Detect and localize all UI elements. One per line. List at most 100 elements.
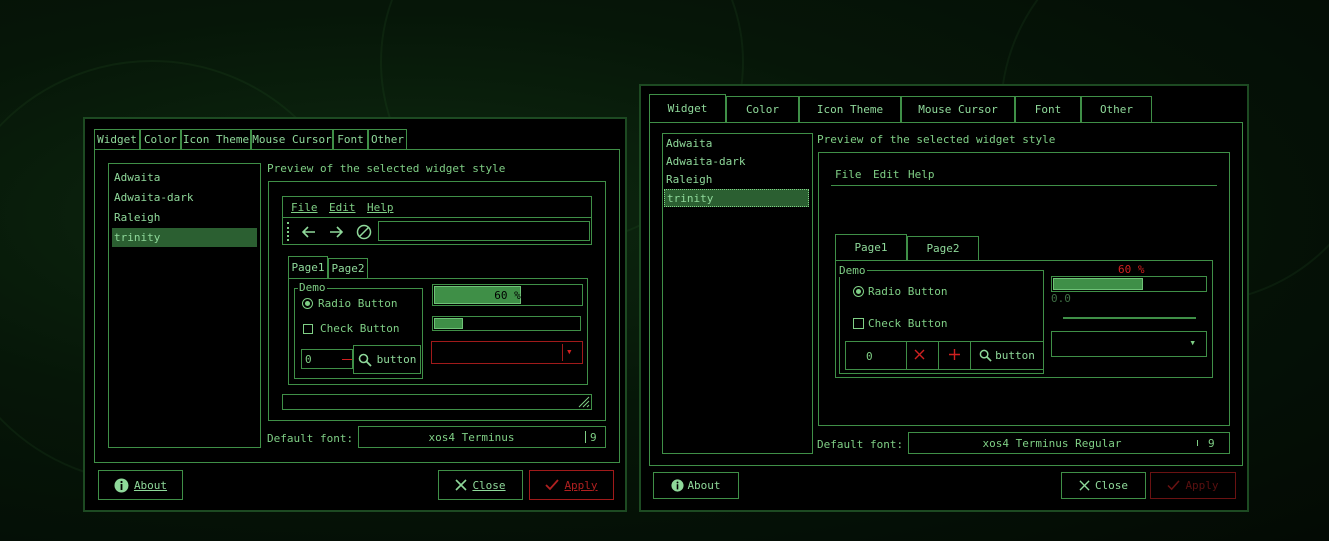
scale-value: 0.0 [1051, 292, 1071, 305]
close-icon [1079, 480, 1090, 491]
font-size: 9 [1208, 437, 1215, 450]
list-item-trinity[interactable]: trinity [112, 228, 257, 247]
tab-widget[interactable]: Widget [94, 129, 140, 150]
demo-label: Demo [839, 264, 867, 277]
tab-mouse-cursor[interactable]: Mouse Cursor [251, 129, 333, 150]
toolbar-handle[interactable] [287, 222, 291, 241]
progress-text: 60 % [494, 289, 521, 302]
tab-font[interactable]: Font [333, 129, 368, 150]
tab-other[interactable]: Other [368, 129, 407, 150]
search-icon [358, 353, 372, 367]
button-label: button [376, 353, 417, 366]
tab-label: Other [1099, 103, 1134, 116]
tab-icon-theme[interactable]: Icon Theme [181, 129, 251, 150]
right-settings-window: Widget Color Icon Theme Mouse Cursor Fon… [639, 84, 1249, 512]
tab-other[interactable]: Other [1081, 96, 1152, 123]
list-item-label: Raleigh [666, 173, 713, 186]
check-indicator [303, 323, 313, 334]
menu-edit[interactable]: Edit [329, 201, 356, 214]
list-item-adwaita[interactable]: Adwaita [664, 135, 809, 153]
tab-label: Color [143, 133, 178, 146]
page1-tab[interactable]: Page1 [288, 256, 328, 279]
search-button[interactable]: button [970, 341, 1044, 370]
about-label: About [687, 479, 721, 492]
tab-label: Page1 [854, 241, 888, 254]
page1-tab[interactable]: Page1 [835, 234, 907, 261]
demo-label: Demo [298, 281, 327, 294]
check-button[interactable]: Check Button [853, 317, 947, 330]
check-indicator [853, 318, 864, 329]
apply-label: Apply [1185, 479, 1219, 492]
font-name: xos4 Terminus [428, 431, 515, 444]
radio-indicator [302, 298, 313, 309]
font-button[interactable]: xos4 Terminus 9 [358, 426, 606, 448]
apply-button[interactable]: Apply [529, 470, 614, 500]
theme-list[interactable]: Adwaita Adwaita-dark Raleigh trinity [662, 133, 813, 454]
check-button[interactable]: Check Button [303, 322, 399, 335]
about-button[interactable]: About [98, 470, 183, 500]
close-icon [455, 479, 468, 491]
menu-file[interactable]: File [835, 168, 862, 181]
clear-icon[interactable] [914, 349, 925, 360]
tab-font[interactable]: Font [1015, 96, 1081, 123]
theme-list[interactable]: Adwaita Adwaita-dark Raleigh trinity [108, 163, 261, 448]
spin-input[interactable]: 0 [301, 349, 353, 369]
menu-edit[interactable]: Edit [873, 168, 900, 181]
back-icon[interactable] [299, 222, 319, 242]
combo-box[interactable]: ▾ [431, 341, 583, 364]
close-button[interactable]: Close [438, 470, 523, 500]
tab-mouse-cursor[interactable]: Mouse Cursor [901, 96, 1015, 123]
spin-divider [906, 342, 907, 369]
list-item-label: Adwaita [114, 171, 161, 184]
tab-widget[interactable]: Widget [649, 94, 726, 123]
page2-tab[interactable]: Page2 [907, 236, 979, 261]
tab-label: Widget [97, 133, 137, 146]
search-button[interactable]: button [353, 345, 421, 374]
apply-button[interactable]: Apply [1150, 472, 1236, 499]
tab-panel: Adwaita Adwaita-dark Raleigh trinity Pre… [94, 149, 620, 463]
forward-icon[interactable] [326, 222, 346, 242]
plus-icon[interactable] [949, 349, 960, 360]
combo-box[interactable]: ▾ [1051, 331, 1207, 357]
stop-icon[interactable] [354, 222, 374, 242]
checkmark-icon [1167, 480, 1180, 491]
spin-value: 0 [866, 350, 873, 363]
list-item-label: Raleigh [114, 211, 161, 224]
progress-text: 60 % [1118, 263, 1145, 276]
spin-value: 0 [305, 353, 312, 366]
about-button[interactable]: About [653, 472, 739, 499]
list-item-adwaita-dark[interactable]: Adwaita-dark [664, 153, 809, 171]
close-label: Close [472, 478, 506, 492]
text-area[interactable] [282, 394, 592, 410]
list-item-adwaita-dark[interactable]: Adwaita-dark [112, 188, 257, 207]
spin-input[interactable]: 0 [845, 341, 971, 370]
list-item-raleigh[interactable]: Raleigh [112, 208, 257, 227]
minus-icon[interactable] [342, 359, 352, 360]
menu-help[interactable]: Help [908, 168, 935, 181]
search-icon [979, 349, 992, 362]
radio-button[interactable]: Radio Button [853, 285, 947, 298]
tab-label: Icon Theme [182, 133, 250, 146]
radio-indicator [853, 286, 864, 297]
menu-file[interactable]: File [291, 201, 318, 214]
list-item-trinity[interactable]: trinity [664, 189, 809, 207]
tab-label: Page1 [291, 261, 325, 274]
tab-color[interactable]: Color [140, 129, 181, 150]
tab-label: Color [745, 103, 780, 116]
info-icon [114, 478, 129, 493]
resize-grip-icon[interactable] [578, 396, 590, 408]
radio-button[interactable]: Radio Button [302, 297, 397, 310]
font-name: xos4 Terminus Regular [982, 437, 1122, 450]
scale-track[interactable] [1063, 317, 1196, 319]
page2-tab[interactable]: Page2 [328, 258, 368, 279]
progress-fill [1053, 278, 1144, 290]
font-button[interactable]: xos4 Terminus Regular 9 [908, 432, 1230, 454]
menu-help[interactable]: Help [367, 201, 394, 214]
list-item-raleigh[interactable]: Raleigh [664, 171, 809, 189]
list-item-adwaita[interactable]: Adwaita [112, 168, 257, 187]
tab-icon-theme[interactable]: Icon Theme [799, 96, 901, 123]
close-button[interactable]: Close [1061, 472, 1146, 499]
url-input[interactable] [378, 221, 590, 241]
radio-label: Radio Button [868, 285, 948, 298]
tab-color[interactable]: Color [726, 96, 799, 123]
